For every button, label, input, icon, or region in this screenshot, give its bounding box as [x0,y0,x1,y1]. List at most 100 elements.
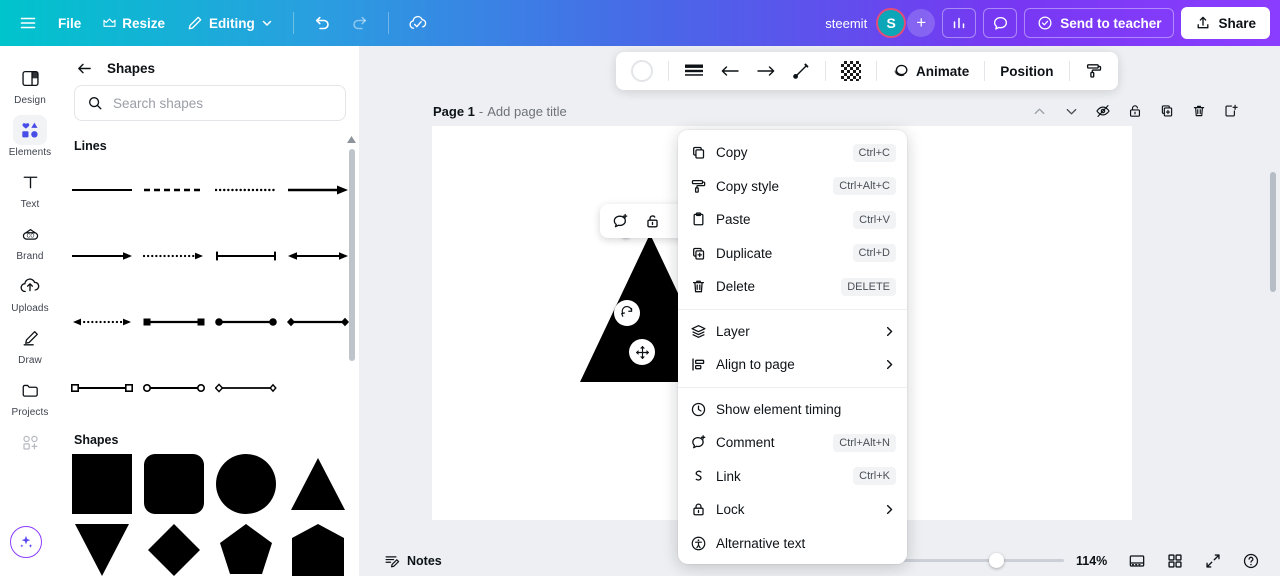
sidebar-item-projects[interactable]: Projects [4,370,56,422]
panel-scrollbar[interactable] [347,135,356,576]
checker-icon [841,61,861,81]
sidebar-item-text[interactable]: Text [4,162,56,214]
sidebar-label: Draw [18,355,42,366]
resize-button[interactable]: Resize [93,7,175,39]
context-menu-item-copy[interactable]: Copy Ctrl+C [678,136,907,170]
line-item[interactable] [138,289,210,355]
shape-item-pentagon[interactable] [210,517,282,576]
arrow-end-button[interactable] [749,56,783,86]
shape-item-rounded-square[interactable] [138,451,210,517]
add-page-button[interactable] [1218,98,1244,124]
line-item[interactable] [138,157,210,223]
copy-style-button[interactable] [1078,56,1110,86]
position-label: Position [1000,63,1054,79]
shape-item-triangle-down[interactable] [66,517,138,576]
redo-button[interactable] [342,7,378,39]
unlock-button[interactable] [638,207,666,235]
context-menu-item-comment[interactable]: Comment Ctrl+Alt+N [678,426,907,460]
sidebar-item-elements[interactable]: Elements [4,110,56,162]
apps-icon [13,427,47,457]
search-input[interactable] [113,95,333,111]
sidebar-item-uploads[interactable]: Uploads [4,266,56,318]
canvas-scrollbar[interactable] [1270,172,1276,292]
fullscreen-icon [1204,552,1222,570]
object-toolbar: Animate Position [616,52,1118,90]
panel-scroll-thumb[interactable] [349,149,355,361]
sidebar-item-brand[interactable]: CO Brand [4,214,56,266]
line-item[interactable] [66,355,138,421]
line-item[interactable] [210,289,282,355]
sidebar-item-design[interactable]: Design [4,58,56,110]
delete-page-button[interactable] [1186,98,1212,124]
divider [292,12,294,34]
shape-item-square[interactable] [66,451,138,517]
comments-button[interactable] [983,8,1018,38]
arrow-start-button[interactable] [713,56,747,86]
line-item[interactable] [66,223,138,289]
collapse-up-button[interactable] [1026,98,1052,124]
fullscreen-button[interactable] [1200,548,1226,574]
zoom-slider-knob[interactable] [989,553,1004,568]
page-bar: Page 1 - Add page title [360,96,1280,126]
context-menu-item-show-element-timing[interactable]: Show element timing [678,393,907,427]
notes-button[interactable]: Notes [376,548,450,574]
add-collaborator-button[interactable]: + [907,9,936,37]
line-type-button[interactable] [785,56,817,86]
page-view-button[interactable] [1124,548,1150,574]
animate-button[interactable]: Animate [885,56,976,86]
expand-down-button[interactable] [1058,98,1084,124]
duplicate-page-button[interactable] [1154,98,1180,124]
share-button[interactable]: Share [1181,7,1270,39]
transparency-button[interactable] [834,56,868,86]
page-title-input[interactable]: Add page title [487,104,567,119]
line-item[interactable] [282,157,354,223]
file-menu-button[interactable]: File [48,7,91,39]
hide-page-button[interactable] [1090,98,1116,124]
editing-mode-button[interactable]: Editing [177,7,283,39]
line-item[interactable] [66,157,138,223]
undo-button[interactable] [304,7,340,39]
move-handle[interactable] [629,339,655,365]
sidebar-item-draw[interactable]: Draw [4,318,56,370]
zoom-slider[interactable] [896,553,1064,568]
color-button[interactable] [624,56,660,86]
context-menu-item-lock[interactable]: Lock [678,493,907,527]
line-style-button[interactable] [677,56,711,86]
context-menu-item-delete[interactable]: Delete DELETE [678,270,907,304]
shape-item-hexagon[interactable] [282,517,354,576]
main-menu-button[interactable] [10,7,46,39]
rotate-handle[interactable] [614,300,640,326]
lock-page-button[interactable] [1122,98,1148,124]
help-button[interactable] [1238,548,1264,574]
line-item[interactable] [210,157,282,223]
line-item[interactable] [210,223,282,289]
magic-studio-button[interactable] [10,526,42,558]
line-item[interactable] [138,223,210,289]
grid-view-button[interactable] [1162,548,1188,574]
search-box[interactable] [74,85,346,121]
send-to-teacher-button[interactable]: Send to teacher [1024,8,1175,38]
cloud-save-button[interactable] [399,7,437,39]
context-menu-item-layer[interactable]: Layer [678,315,907,349]
line-item[interactable] [282,289,354,355]
context-menu-item-alternative-text[interactable]: Alternative text [678,527,907,561]
context-menu-item-copy-style[interactable]: Copy style Ctrl+Alt+C [678,170,907,204]
line-item[interactable] [138,355,210,421]
context-menu-item-link[interactable]: Link Ctrl+K [678,460,907,494]
line-item[interactable] [210,355,282,421]
shape-item-triangle[interactable] [282,451,354,517]
back-arrow-icon[interactable] [76,60,93,77]
line-item[interactable] [282,223,354,289]
avatar[interactable]: S [876,8,907,38]
shape-item-circle[interactable] [210,451,282,517]
sidebar-item-apps[interactable] [4,422,56,463]
insights-button[interactable] [942,8,977,38]
context-menu-item-align-to-page[interactable]: Align to page [678,348,907,382]
position-button[interactable]: Position [993,56,1060,86]
comment-button[interactable] [606,207,634,235]
context-menu-item-paste[interactable]: Paste Ctrl+V [678,203,907,237]
context-menu-item-duplicate[interactable]: Duplicate Ctrl+D [678,237,907,271]
shape-item-diamond[interactable] [138,517,210,576]
scroll-up-icon[interactable] [347,135,356,144]
line-item[interactable] [66,289,138,355]
